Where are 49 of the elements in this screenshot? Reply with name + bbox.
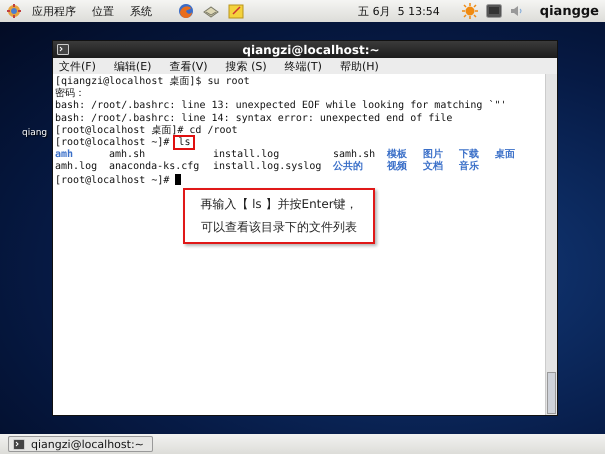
- shell-prompt: [root@localhost ~]#: [55, 174, 170, 186]
- command-text: su root: [207, 76, 250, 87]
- menu-item[interactable]: 编辑(E): [114, 58, 152, 74]
- terminal-line: bash: /root/.bashrc: line 14: syntax error: unexpected end of file: [55, 112, 454, 124]
- file-name: install.log.syslog: [213, 161, 322, 174]
- file-name: 音乐: [459, 161, 480, 174]
- file-name: amh: [55, 149, 74, 161]
- shell-prompt: [qiangzi@localhost 桌面]$: [55, 76, 202, 87]
- menu-item[interactable]: 查看(V): [169, 58, 208, 74]
- clock[interactable]: 五 6月 5 13:54: [358, 4, 440, 18]
- file-name: amh.sh: [109, 149, 146, 161]
- shell-prompt: [root@localhost 桌面]#: [55, 124, 184, 136]
- shell-prompt: [root@localhost ~]#: [55, 136, 170, 148]
- file-name: anaconda-ks.cfg: [109, 161, 200, 174]
- file-name: amh.log: [55, 161, 98, 174]
- menu-item[interactable]: 搜索 (S): [226, 58, 267, 74]
- browser-icon[interactable]: [178, 3, 194, 19]
- scroll-bar[interactable]: [545, 74, 557, 415]
- terminal-icon: [13, 438, 25, 450]
- command-text: cd /root: [189, 124, 238, 136]
- panel-menu[interactable]: 应用程序: [30, 4, 78, 18]
- file-name: samh.sh: [333, 149, 376, 160]
- file-name: install.log: [213, 149, 280, 161]
- terminal-icon: [57, 44, 69, 55]
- file-name: 模板: [387, 149, 408, 160]
- panel-menu[interactable]: 系统: [128, 4, 154, 18]
- panel-menu[interactable]: 位置: [90, 4, 116, 18]
- desktop-icon-label[interactable]: qiang: [22, 128, 48, 138]
- menu-item[interactable]: 终端(T): [284, 58, 322, 74]
- user-name[interactable]: qiangge: [540, 4, 599, 18]
- display-icon[interactable]: [486, 4, 502, 18]
- file-name: 视频: [387, 161, 408, 174]
- highlighted-command: ls: [175, 136, 194, 148]
- file-name: 文档: [423, 161, 444, 174]
- terminal-line: bash: /root/.bashrc: line 13: unexpected EOF while looking for matching `"': [55, 100, 508, 113]
- file-name: 公共的: [333, 161, 364, 174]
- callout-text: 再输入【 ls 】并按Enter键，: [200, 196, 358, 213]
- menu-item[interactable]: 文件(F): [59, 58, 96, 74]
- callout-text: 可以查看该目录下的文件列表: [201, 219, 357, 236]
- terminal-line: 密码：: [55, 88, 86, 100]
- speaker-icon[interactable]: [510, 4, 524, 18]
- taskbar-button[interactable]: qiangzi@localhost:~: [8, 436, 153, 452]
- menu-item[interactable]: 帮助(H): [340, 58, 379, 74]
- app-menu-icon[interactable]: [6, 3, 22, 19]
- file-name: 图片: [423, 149, 444, 160]
- file-name: 下载: [459, 149, 480, 160]
- notepad-icon[interactable]: [228, 3, 244, 19]
- window-title: qiangzi@localhost:~: [241, 42, 381, 56]
- file-name: 桌面: [495, 149, 516, 162]
